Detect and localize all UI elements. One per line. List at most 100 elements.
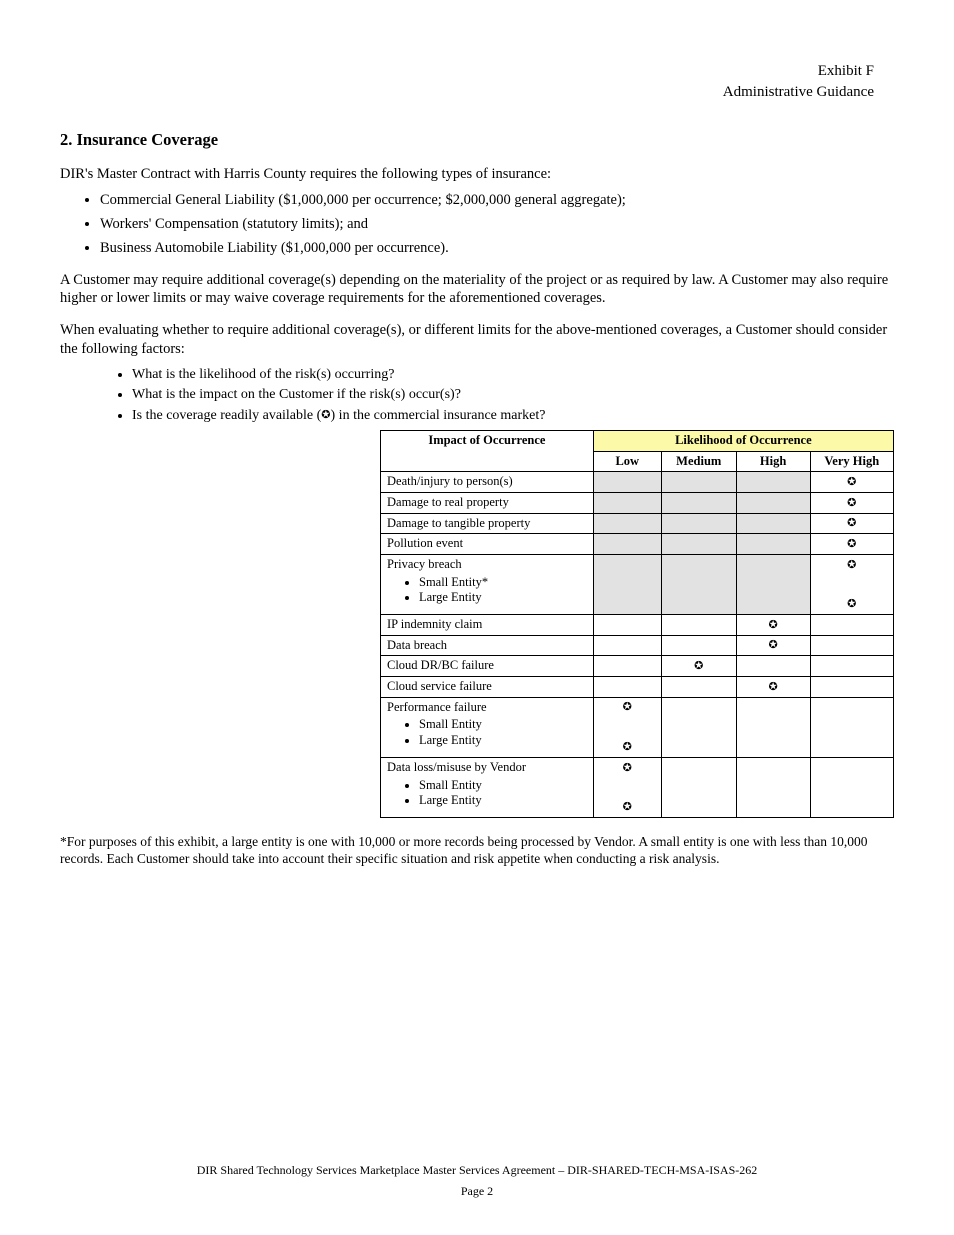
cell bbox=[661, 493, 736, 514]
header: Exhibit F Administrative Guidance bbox=[723, 62, 874, 102]
cell: ✪ bbox=[810, 493, 893, 514]
list-item: Commercial General Liability ($1,000,000… bbox=[100, 191, 894, 209]
cell: ✪ bbox=[736, 635, 810, 656]
cell bbox=[736, 554, 810, 614]
col-header: Low bbox=[593, 451, 661, 472]
star-icon: ✪ bbox=[623, 742, 632, 753]
list-item: What is the likelihood of the risk(s) oc… bbox=[132, 366, 894, 384]
table-body: Death/injury to person(s) ✪ Damage to re… bbox=[381, 472, 894, 818]
row-sublist: Small Entity* Large Entity bbox=[405, 575, 589, 606]
header-line-2: Administrative Guidance bbox=[723, 83, 874, 102]
cell bbox=[661, 677, 736, 698]
table-row: Damage to tangible property ✪ bbox=[381, 513, 894, 534]
table-row: Cloud DR/BC failure ✪ bbox=[381, 656, 894, 677]
cell bbox=[593, 677, 661, 698]
cell: ✪ bbox=[736, 615, 810, 636]
cell bbox=[661, 635, 736, 656]
cell bbox=[810, 677, 893, 698]
cell bbox=[736, 697, 810, 757]
cell bbox=[661, 534, 736, 555]
cell bbox=[661, 697, 736, 757]
table-row: Data loss/misuse by Vendor Small Entity … bbox=[381, 757, 894, 817]
row-heading: Performance failure bbox=[387, 700, 589, 716]
star-icon: ✪ bbox=[623, 763, 632, 774]
cell bbox=[593, 615, 661, 636]
cell bbox=[736, 656, 810, 677]
likelihood-table: Impact of Occurrence Likelihood of Occur… bbox=[380, 430, 894, 818]
list-item: What is the impact on the Customer if th… bbox=[132, 386, 894, 404]
row-label: Privacy breach Small Entity* Large Entit… bbox=[381, 554, 594, 614]
cell bbox=[736, 472, 810, 493]
star-icon: ✪ bbox=[847, 539, 856, 550]
cell: ✪ bbox=[661, 656, 736, 677]
col-header: High bbox=[736, 451, 810, 472]
star-icon: ✪ bbox=[321, 410, 330, 421]
table-row: Privacy breach Small Entity* Large Entit… bbox=[381, 554, 894, 614]
star-icon: ✪ bbox=[847, 599, 856, 610]
footer-page-number: Page 2 bbox=[60, 1184, 894, 1199]
cell bbox=[810, 615, 893, 636]
row-label: IP indemnity claim bbox=[381, 615, 594, 636]
star-icon: ✪ bbox=[769, 640, 778, 651]
coverage-list: Commercial General Liability ($1,000,000… bbox=[60, 191, 894, 257]
list-item: Business Automobile Liability ($1,000,00… bbox=[100, 239, 894, 257]
cell bbox=[736, 757, 810, 817]
row-heading: Privacy breach bbox=[387, 557, 589, 573]
star-icon: ✪ bbox=[847, 518, 856, 529]
list-item: Is the coverage readily available (✪) in… bbox=[132, 407, 894, 425]
cell bbox=[736, 513, 810, 534]
cell: ✪ ✪ bbox=[810, 554, 893, 614]
cell bbox=[736, 534, 810, 555]
cell: ✪ bbox=[810, 513, 893, 534]
star-icon: ✪ bbox=[847, 560, 856, 571]
star-icon: ✪ bbox=[847, 477, 856, 488]
row-label: Data breach bbox=[381, 635, 594, 656]
cell bbox=[661, 472, 736, 493]
table-row: Performance failure Small Entity Large E… bbox=[381, 697, 894, 757]
row-label: Death/injury to person(s) bbox=[381, 472, 594, 493]
cell: ✪ ✪ bbox=[593, 697, 661, 757]
row-sublist: Small Entity Large Entity bbox=[405, 717, 589, 748]
star-icon: ✪ bbox=[847, 498, 856, 509]
cell bbox=[661, 615, 736, 636]
cell bbox=[593, 534, 661, 555]
cell bbox=[810, 656, 893, 677]
table-row: Death/injury to person(s) ✪ bbox=[381, 472, 894, 493]
row-sublist: Small Entity Large Entity bbox=[405, 778, 589, 809]
star-icon: ✪ bbox=[769, 620, 778, 631]
row-label: Performance failure Small Entity Large E… bbox=[381, 697, 594, 757]
col-header: Medium bbox=[661, 451, 736, 472]
col-header: Very High bbox=[810, 451, 893, 472]
row-label: Cloud service failure bbox=[381, 677, 594, 698]
row-label: Damage to real property bbox=[381, 493, 594, 514]
sublist-item: Small Entity* bbox=[419, 575, 589, 591]
cell bbox=[593, 656, 661, 677]
cell bbox=[810, 697, 893, 757]
footnote: *For purposes of this exhibit, a large e… bbox=[60, 834, 894, 868]
header-line-1: Exhibit F bbox=[723, 62, 874, 81]
cell bbox=[661, 513, 736, 534]
footer: DIR Shared Technology Services Marketpla… bbox=[60, 1163, 894, 1199]
para-additional-coverage: A Customer may require additional covera… bbox=[60, 271, 894, 307]
cell bbox=[810, 757, 893, 817]
table-row: Pollution event ✪ bbox=[381, 534, 894, 555]
page: Exhibit F Administrative Guidance 2. Ins… bbox=[0, 0, 954, 1235]
row-label: Data loss/misuse by Vendor Small Entity … bbox=[381, 757, 594, 817]
cell bbox=[661, 554, 736, 614]
table-row: Cloud service failure ✪ bbox=[381, 677, 894, 698]
row-label: Pollution event bbox=[381, 534, 594, 555]
star-icon: ✪ bbox=[623, 802, 632, 813]
table-row: IP indemnity claim ✪ bbox=[381, 615, 894, 636]
intro-paragraph: DIR's Master Contract with Harris County… bbox=[60, 165, 894, 183]
cell bbox=[593, 472, 661, 493]
row-heading: Data loss/misuse by Vendor bbox=[387, 760, 589, 776]
list-item: Workers' Compensation (statutory limits)… bbox=[100, 215, 894, 233]
star-icon: ✪ bbox=[769, 682, 778, 693]
factor-text-a: Is the coverage readily available ( bbox=[132, 408, 321, 423]
sublist-item: Small Entity bbox=[419, 717, 589, 733]
sublist-item: Large Entity bbox=[419, 793, 589, 809]
star-icon: ✪ bbox=[694, 661, 703, 672]
table-row: Data breach ✪ bbox=[381, 635, 894, 656]
cell bbox=[661, 757, 736, 817]
cell bbox=[736, 493, 810, 514]
